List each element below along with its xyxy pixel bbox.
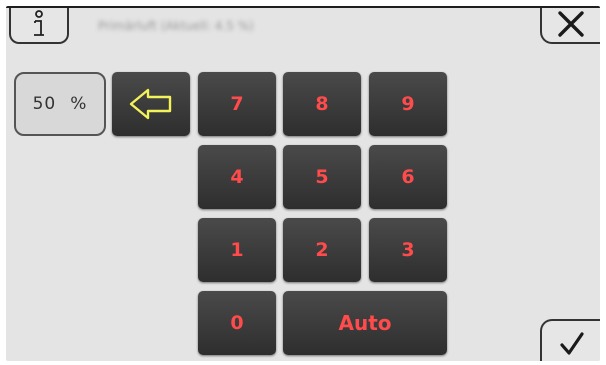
key-7[interactable]: 7 [198,72,276,136]
key-1[interactable]: 1 [198,218,276,282]
close-icon [558,11,584,37]
value-unit: % [70,94,88,114]
info-button[interactable] [9,8,69,44]
backspace-button[interactable] [112,72,190,136]
key-3[interactable]: 3 [369,218,447,282]
key-8[interactable]: 8 [283,72,361,136]
confirm-button[interactable] [540,319,600,361]
keypad-screen: Primärluft (Aktuell: 4.5 %) 50 % 7 8 9 4… [6,6,600,361]
auto-button[interactable]: Auto [283,291,447,355]
key-4[interactable]: 4 [198,145,276,209]
info-icon [34,10,44,36]
header-title: Primärluft (Aktuell: 4.5 %) [98,19,254,33]
key-0[interactable]: 0 [198,291,276,355]
value-text: 50 [32,94,57,114]
checkmark-icon [560,332,584,355]
arrow-left-icon [129,88,172,120]
key-9[interactable]: 9 [369,72,447,136]
key-2[interactable]: 2 [283,218,361,282]
value-display: 50 % [14,72,106,136]
key-5[interactable]: 5 [283,145,361,209]
key-6[interactable]: 6 [369,145,447,209]
close-button[interactable] [540,8,600,44]
